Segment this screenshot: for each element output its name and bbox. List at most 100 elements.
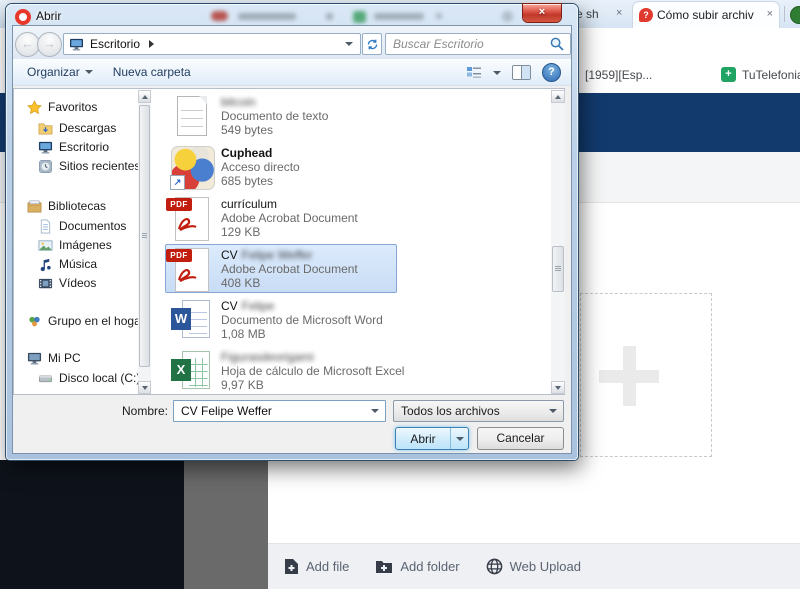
pdf-badge: PDF [166,197,192,211]
breadcrumb-location[interactable]: Escritorio [90,37,140,51]
add-file-button[interactable]: Add file [284,558,349,575]
sidebar-label: Grupo en el hogar [48,314,145,328]
file-name-part: CV [221,247,238,262]
word-letter: W [171,307,191,330]
sidebar-item-videos[interactable]: Vídeos [38,274,96,292]
tab-active-label: Cómo subir archiv [657,8,754,22]
file-name-censored: bitcoin [221,94,256,109]
sidebar-item-mi-pc[interactable]: Mi PC [27,349,81,367]
sidebar-item-escritorio[interactable]: Escritorio [38,138,109,156]
sidebar-item-grupo-hogar[interactable]: Grupo en el hogar [27,312,145,330]
web-upload-button[interactable]: Web Upload [486,558,581,575]
file-row[interactable]: ↗ Cuphead Acceso directo 685 bytes [166,142,300,191]
file-type: Documento de texto [221,108,329,123]
filetype-dropdown-icon [549,409,557,413]
sidebar-label: Bibliotecas [48,199,107,213]
sidebar-item-documentos[interactable]: Documentos [38,217,126,235]
scroll-down-icon[interactable] [551,381,565,394]
views-icon[interactable] [466,66,482,80]
file-type: Acceso directo [221,159,300,174]
glass-blur-blob [436,13,442,19]
filetype-select[interactable]: Todos los archivos [393,400,564,422]
preview-pane-icon[interactable] [512,65,531,80]
pdf-file-icon: PDF [166,246,214,292]
search-icon[interactable] [550,37,564,51]
organize-menu-button[interactable]: Organizar [27,65,93,79]
file-size: 685 bytes [221,173,274,188]
open-split-dropdown[interactable] [450,428,468,449]
filelist-scrollbar[interactable] [551,90,565,394]
new-folder-label: Nueva carpeta [112,65,191,79]
filename-input[interactable]: CV Felipe Weffer [173,400,386,422]
tab-close-icon[interactable]: × [616,7,622,19]
sidebar-label: Imágenes [59,238,112,252]
tab-favicon-icon: ? [639,8,653,22]
tab-active[interactable]: ? Cómo subir archiv × [632,1,780,28]
add-file-icon [285,559,298,574]
computer-icon [27,352,42,364]
scrollbar-thumb[interactable] [552,246,564,292]
address-bar[interactable]: Escritorio [63,33,361,55]
pictures-icon [38,239,53,251]
dropzone-plus-icon [623,346,636,406]
page-gray-column [184,460,268,589]
sidebar-label: Documentos [59,219,127,233]
scroll-down-icon[interactable] [138,381,151,394]
file-size: 408 KB [221,275,261,290]
tab-close-icon[interactable]: × [767,8,773,20]
scroll-up-icon[interactable] [138,90,151,103]
refresh-button[interactable] [362,33,382,55]
sidebar-item-disco-local[interactable]: Disco local (C:) [38,369,140,387]
bookmark-favicon-icon: + [721,67,736,82]
filename-dropdown-icon[interactable] [371,409,379,413]
address-dropdown-icon[interactable] [345,42,353,46]
globe-icon [486,558,502,575]
add-folder-button[interactable]: Add folder [375,559,460,574]
file-size: 549 bytes [221,122,274,137]
word-file-icon: W [170,297,214,343]
file-row-selected[interactable]: PDF CV Felipe Weffer Adobe Acrobat Docume… [165,244,397,293]
command-bar-right: ? [466,59,561,86]
sidebar-item-musica[interactable]: Música [38,255,97,273]
sidebar-item-descargas[interactable]: Descargas [38,119,116,137]
glass-blur-blob [326,13,333,20]
file-row[interactable]: PDF currículum Adobe Acrobat Document 12… [166,193,358,242]
file-type: Hoja de cálculo de Microsoft Excel [221,363,405,378]
help-button[interactable]: ? [542,63,561,82]
file-row[interactable]: W CV Felipe Documento de Microsoft Word 1… [166,295,383,344]
search-input[interactable]: Buscar Escritorio [385,33,571,55]
dialog-title: Abrir [36,9,62,23]
sidebar-item-imagenes[interactable]: Imágenes [38,236,112,254]
sidebar-scrollbar[interactable] [138,90,151,394]
forward-button[interactable]: → [37,32,62,57]
file-type: Adobe Acrobat Document [221,210,358,225]
new-folder-button[interactable]: Nueva carpeta [113,65,191,79]
sidebar-item-favoritos[interactable]: Favoritos [27,98,97,116]
disk-drive-icon [39,374,52,382]
file-text: bitcoin Documento de texto 549 bytes [221,95,328,137]
file-row[interactable]: X Figurasdeorigami Hoja de cálculo de Mi… [166,346,404,395]
scrollbar-thumb[interactable] [139,105,150,367]
sidebar-label: Vídeos [59,276,97,290]
pdf-badge: PDF [166,248,192,262]
open-button[interactable]: Abrir [395,427,469,450]
file-row[interactable]: bitcoin Documento de texto 549 bytes [166,91,328,140]
file-size: 129 KB [221,224,261,239]
excel-letter: X [171,358,191,381]
sidebar-item-bibliotecas[interactable]: Bibliotecas [27,197,106,215]
filetype-value: Todos los archivos [401,404,500,418]
bookmark-item[interactable]: [1959][Esp... [585,68,652,82]
scroll-up-icon[interactable] [551,90,565,103]
acrobat-swirl-icon [177,217,197,231]
file-name-part: CV [221,298,238,313]
cancel-button[interactable]: Cancelar [477,427,564,450]
file-size: 9,97 KB [221,377,264,392]
tab-partial[interactable]: e sh [576,7,599,21]
sidebar-item-sitios-recientes[interactable]: Sitios recientes [38,157,140,175]
bookmark-item[interactable]: TuTelefonia.com -... [742,68,800,82]
command-bar: Organizar Nueva carpeta ? [13,59,571,86]
dialog-close-button[interactable]: × [523,4,561,22]
app-sidebar-dark: LOGOUT [0,460,184,589]
tab-separator [784,6,785,22]
views-caret-icon[interactable] [493,70,501,75]
